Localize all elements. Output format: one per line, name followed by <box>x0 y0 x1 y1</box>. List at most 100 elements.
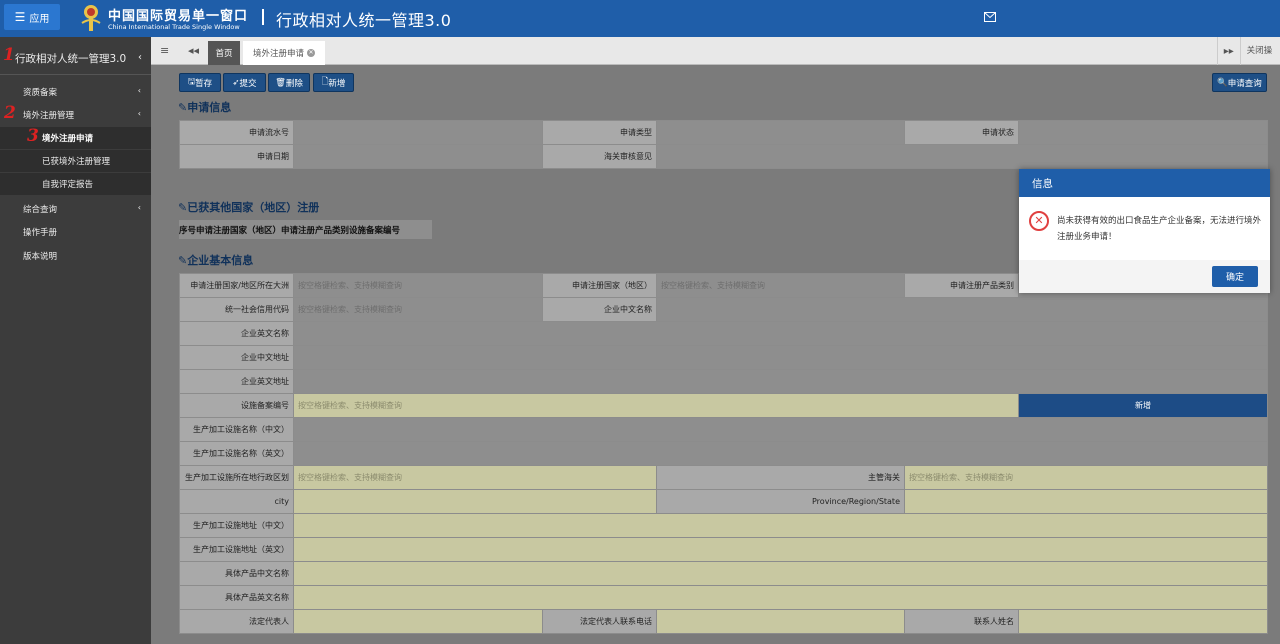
contact-name-input[interactable] <box>1018 609 1268 634</box>
legal-rep-input[interactable] <box>293 609 543 634</box>
info-dialog: 信息 ✕ 尚未获得有效的出口食品生产企业备案，无法进行境外注册业务申请！ 确定 <box>1019 169 1270 293</box>
sidebar-item-label: 版本说明 <box>23 252 58 262</box>
brand-name-cn: 中国国际贸易单一窗口 <box>108 9 249 24</box>
add-button[interactable]: 🗋 新增 <box>313 73 354 92</box>
sidebar: 行政相对人统一管理3.0 ‹ 资质备案 ‹ 境外注册管理 ‹ 境外注册申请 已获… <box>0 37 151 644</box>
field-label: 生产加工设施所在地行政区划 <box>179 465 294 490</box>
field-label: 具体产品中文名称 <box>179 561 294 586</box>
main-content: 🖫 暂存 ➶ 提交 🗑 删除 🗋 新增 🔍 申请查询 ✎申请信息 申请流水号 申请类型 申… <box>151 66 1280 644</box>
continent-input[interactable]: 按空格键检索、支持模糊查询 <box>293 273 543 298</box>
field-label: 统一社会信用代码 <box>179 297 294 322</box>
sidebar-item-query[interactable]: 综合查询 ‹ <box>0 198 151 220</box>
city-input[interactable] <box>293 489 657 514</box>
section-title-apply-info: ✎申请信息 <box>178 99 231 115</box>
field-label: 设施备案编号 <box>179 393 294 418</box>
dialog-title: 信息 <box>1019 169 1270 197</box>
field-label: 联系人姓名 <box>904 609 1019 634</box>
field-label: 申请流水号 <box>179 120 294 145</box>
sidebar-title-label: 行政相对人统一管理3.0 <box>15 53 127 65</box>
query-label: 申请查询 <box>1227 78 1262 89</box>
tab-home[interactable]: 首页 <box>208 41 240 65</box>
section-title-other-registration: ✎已获其他国家（地区）注册 <box>178 199 319 215</box>
delete-icon: 🗑 <box>275 77 286 88</box>
field-label: 生产加工设施地址（中文） <box>179 513 294 538</box>
customs-opinion-field <box>656 144 1268 169</box>
facility-name-en-field <box>293 441 1268 466</box>
dialog-message: 尚未获得有效的出口食品生产企业备案，无法进行境外注册业务申请！ <box>1057 216 1262 242</box>
facility-number-input[interactable]: 按空格键检索、支持模糊查询 <box>293 393 1019 418</box>
facility-region-input[interactable]: 按空格键检索、支持模糊查询 <box>293 465 657 490</box>
tab-bar-right: ▸▸ 关闭操 <box>1217 37 1280 65</box>
menu-toggle-icon[interactable]: ≡ <box>160 44 169 57</box>
system-title: 行政相对人统一管理3.0 <box>276 11 452 30</box>
apply-serial-field <box>293 120 543 145</box>
company-name-cn-field <box>656 297 1268 322</box>
new-facility-button[interactable]: 新增 <box>1018 393 1268 418</box>
chevron-left-icon: ‹ <box>137 86 141 95</box>
add-icon: 🗋 <box>321 76 329 87</box>
app-menu-button[interactable]: ☰ 应用 <box>4 4 60 30</box>
country-input[interactable]: 按空格键检索、支持模糊查询 <box>656 273 905 298</box>
product-name-en-input[interactable] <box>293 585 1268 610</box>
credit-code-input[interactable]: 按空格键检索、支持模糊查询 <box>293 297 543 322</box>
sidebar-subitem-label: 自我评定报告 <box>42 180 94 190</box>
sidebar-item-label: 资质备案 <box>23 88 58 98</box>
edit-icon: ✎ <box>178 254 188 267</box>
other-registration-header: 序号申请注册国家（地区）申请注册产品类别设施备案编号 <box>179 220 432 239</box>
facility-address-en-input[interactable] <box>293 537 1268 562</box>
field-label: Province/Region/State <box>656 489 905 514</box>
hamburger-icon: ☰ <box>14 10 26 24</box>
province-input[interactable] <box>904 489 1268 514</box>
legal-rep-phone-input[interactable] <box>656 609 905 634</box>
field-label: 申请注册国家/地区所在大洲 <box>179 273 294 298</box>
save-label: 暂存 <box>195 78 213 89</box>
sidebar-subitem-self-assessment[interactable]: 自我评定报告 <box>0 173 151 195</box>
sidebar-subitem-obtained[interactable]: 已获境外注册管理 <box>0 150 151 172</box>
mail-icon[interactable] <box>984 12 996 22</box>
submit-button[interactable]: ➶ 提交 <box>223 73 266 92</box>
section-title-label: 申请信息 <box>187 101 232 114</box>
sidebar-item-label: 境外注册管理 <box>23 111 75 121</box>
sidebar-subitem-label: 已获境外注册管理 <box>42 157 111 167</box>
sidebar-subitem-apply[interactable]: 境外注册申请 <box>0 127 151 149</box>
field-label: 企业中文名称 <box>542 297 657 322</box>
step-marker-2: 2 <box>4 103 16 123</box>
close-operations-menu[interactable]: 关闭操 <box>1239 37 1280 65</box>
step-marker-3: 3 <box>27 126 39 146</box>
close-tab-icon[interactable]: ✕ <box>307 49 315 57</box>
sidebar-item-qualification[interactable]: 资质备案 ‹ <box>0 81 151 103</box>
scroll-right-icon[interactable]: ▸▸ <box>1218 46 1240 57</box>
sidebar-item-label: 综合查询 <box>23 205 58 215</box>
sidebar-item-version[interactable]: 版本说明 <box>0 245 151 267</box>
field-label: 法定代表人联系电话 <box>542 609 657 634</box>
field-label: 法定代表人 <box>179 609 294 634</box>
sidebar-item-manual[interactable]: 操作手册 <box>0 221 151 243</box>
sidebar-item-label: 操作手册 <box>23 228 58 238</box>
send-icon: ➶ <box>232 77 240 88</box>
scroll-left-icon[interactable]: ◂◂ <box>188 44 199 57</box>
delete-button[interactable]: 🗑 删除 <box>268 73 310 92</box>
chevron-left-icon: ‹ <box>137 203 141 212</box>
field-label: 企业英文地址 <box>179 369 294 394</box>
apply-query-button[interactable]: 🔍 申请查询 <box>1212 73 1267 92</box>
facility-address-cn-input[interactable] <box>293 513 1268 538</box>
product-name-cn-input[interactable] <box>293 561 1268 586</box>
tab-label: 境外注册申请 <box>252 49 304 59</box>
sidebar-title[interactable]: 行政相对人统一管理3.0 ‹ <box>0 43 151 75</box>
company-info-table: 申请注册国家/地区所在大洲 按空格键检索、支持模糊查询 申请注册国家（地区） 按… <box>179 273 1268 634</box>
customs-emblem-icon <box>81 5 101 31</box>
field-label: 申请类型 <box>542 120 657 145</box>
field-label: city <box>179 489 294 514</box>
ok-button[interactable]: 确定 <box>1212 266 1258 287</box>
field-label: 生产加工设施地址（英文） <box>179 537 294 562</box>
field-label: 申请注册国家（地区） <box>542 273 657 298</box>
tab-home-label: 首页 <box>215 49 233 59</box>
competent-customs-input[interactable]: 按空格键检索、支持模糊查询 <box>904 465 1268 490</box>
tab-overseas-apply[interactable]: 境外注册申请 ✕ <box>243 41 325 65</box>
sidebar-item-overseas-registration[interactable]: 境外注册管理 ‹ <box>0 104 151 126</box>
apply-info-table: 申请流水号 申请类型 申请状态 申请日期 海关审核意见 <box>179 120 1268 169</box>
save-draft-button[interactable]: 🖫 暂存 <box>179 73 221 92</box>
apply-type-field <box>656 120 905 145</box>
field-label: 主管海关 <box>656 465 905 490</box>
apply-date-field <box>293 144 543 169</box>
